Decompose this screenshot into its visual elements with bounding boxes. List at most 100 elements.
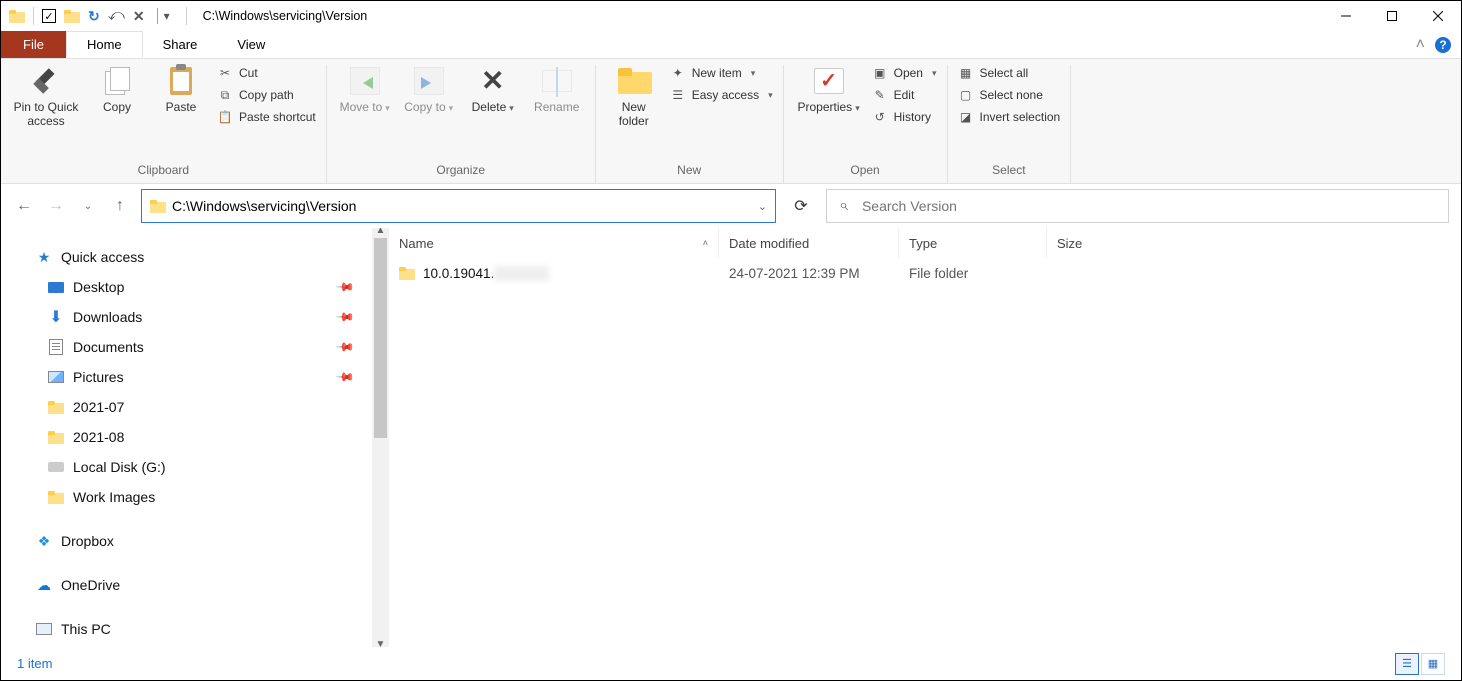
sidebar-dropbox[interactable]: ❖Dropbox <box>31 526 389 556</box>
sidebar-item-documents[interactable]: Documents📌 <box>31 332 389 362</box>
maximize-button[interactable] <box>1369 1 1415 31</box>
history-button[interactable]: ↺History <box>872 109 937 125</box>
col-size[interactable]: Size <box>1047 228 1147 258</box>
copypath-icon: ⧉ <box>217 87 233 103</box>
delete-button[interactable]: ✕ Delete <box>465 65 521 115</box>
paste-button[interactable]: Paste <box>153 65 209 115</box>
qat-separator <box>33 7 34 25</box>
copy-to-button[interactable]: Copy to <box>401 65 457 115</box>
pin-icon: 📌 <box>335 277 355 297</box>
up-button[interactable]: ↑ <box>109 195 131 217</box>
history-icon: ↺ <box>872 109 888 125</box>
copy-path-button[interactable]: ⧉Copy path <box>217 87 316 103</box>
qat-delete-icon[interactable]: ✕ <box>133 8 145 25</box>
sidebar-item-downloads[interactable]: ⬇Downloads📌 <box>31 302 389 332</box>
move-to-button[interactable]: Move to <box>337 65 393 115</box>
group-open-title: Open <box>794 159 937 179</box>
sidebar-this-pc[interactable]: This PC <box>31 614 389 644</box>
move-icon <box>350 67 380 95</box>
scroll-thumb[interactable] <box>374 238 387 438</box>
help-icon[interactable]: ? <box>1435 37 1451 53</box>
group-organize: Move to Copy to ✕ Delete Rename Organize <box>327 65 596 183</box>
selectnone-icon: ▢ <box>958 87 974 103</box>
new-folder-button[interactable]: New folder <box>606 65 662 129</box>
sidebar-item-2021-07[interactable]: 2021-07 <box>31 392 389 422</box>
group-select-title: Select <box>958 159 1061 179</box>
sidebar-item-pictures[interactable]: Pictures📌 <box>31 362 389 392</box>
pin-icon: 📌 <box>335 367 355 387</box>
edit-button[interactable]: ✎Edit <box>872 87 937 103</box>
folder-icon <box>48 431 64 444</box>
sidebar-item-2021-08[interactable]: 2021-08 <box>31 422 389 452</box>
redacted-text: xxxx <box>494 266 549 281</box>
view-details-button[interactable]: ☰ <box>1395 653 1419 675</box>
minimize-button[interactable] <box>1323 1 1369 31</box>
column-headers: Name˄ Date modified Type Size <box>389 228 1461 258</box>
group-clipboard: Pin to Quick access Copy Paste ✂Cut ⧉Cop… <box>1 65 327 183</box>
cut-button[interactable]: ✂Cut <box>217 65 316 81</box>
file-row[interactable]: 10.0.19041.xxxx 24-07-2021 12:39 PM File… <box>389 258 1461 288</box>
sidebar-item-local-disk[interactable]: Local Disk (G:) <box>31 452 389 482</box>
pc-icon <box>36 623 52 635</box>
view-thumbnails-button[interactable]: ▦ <box>1421 653 1445 675</box>
invert-selection-button[interactable]: ◪Invert selection <box>958 109 1061 125</box>
qat-undo-icon[interactable]: ⤺ <box>108 7 125 25</box>
tab-share[interactable]: Share <box>143 31 218 58</box>
quick-access-toolbar: ✓ ↻ ⤺ ✕ ▾ <box>1 7 199 25</box>
recent-locations-button[interactable]: ⌄ <box>77 195 99 217</box>
qat-newfolder-icon[interactable] <box>64 10 80 23</box>
select-none-button[interactable]: ▢Select none <box>958 87 1061 103</box>
group-open: ✓ Properties ▣Open ✎Edit ↺History Open <box>784 65 948 183</box>
shortcut-icon: 📋 <box>217 109 233 125</box>
edit-icon: ✎ <box>872 87 888 103</box>
sidebar-scrollbar[interactable]: ▲ ▼ <box>372 228 389 647</box>
qat-properties-icon[interactable]: ✓ <box>42 9 56 23</box>
copy-button[interactable]: Copy <box>89 65 145 115</box>
ribbon-collapse-icon[interactable]: ˄ <box>1416 36 1425 54</box>
window-title: C:\Windows\servicing\Version <box>203 9 368 23</box>
address-bar[interactable]: ⌄ <box>141 189 776 223</box>
col-type[interactable]: Type <box>899 228 1047 258</box>
navigation-pane: ★Quick access Desktop📌 ⬇Downloads📌 Docum… <box>1 228 389 647</box>
status-text: 1 item <box>17 656 52 671</box>
scroll-down-icon[interactable]: ▼ <box>372 636 389 647</box>
sidebar-item-desktop[interactable]: Desktop📌 <box>31 272 389 302</box>
open-icon: ▣ <box>872 65 888 81</box>
file-list: Name˄ Date modified Type Size 10.0.19041… <box>389 228 1461 647</box>
star-icon: ★ <box>35 248 53 266</box>
rename-button[interactable]: Rename <box>529 65 585 115</box>
paste-shortcut-button[interactable]: 📋Paste shortcut <box>217 109 316 125</box>
col-date[interactable]: Date modified <box>719 228 899 258</box>
back-button[interactable]: ← <box>13 195 35 217</box>
col-name[interactable]: Name˄ <box>389 228 719 258</box>
rename-icon <box>542 70 572 92</box>
sidebar-onedrive[interactable]: ☁OneDrive <box>31 570 389 600</box>
easy-access-button[interactable]: ☰Easy access <box>670 87 773 103</box>
tab-view[interactable]: View <box>217 31 285 58</box>
pin-quickaccess-button[interactable]: Pin to Quick access <box>11 65 81 129</box>
address-dropdown-icon[interactable]: ⌄ <box>758 200 767 213</box>
folder-icon <box>399 267 415 280</box>
sidebar-quick-access[interactable]: ★Quick access <box>31 242 389 272</box>
search-input[interactable] <box>862 198 1436 214</box>
folder-icon <box>48 491 64 504</box>
file-name: 10.0.19041.xxxx <box>423 266 549 281</box>
tab-file[interactable]: File <box>1 31 66 58</box>
refresh-button[interactable]: ⟳ <box>786 191 816 221</box>
select-all-button[interactable]: ▦Select all <box>958 65 1061 81</box>
sidebar-item-work-images[interactable]: Work Images <box>31 482 389 512</box>
dropbox-icon: ❖ <box>35 532 53 550</box>
title-bar: ✓ ↻ ⤺ ✕ ▾ C:\Windows\servicing\Version <box>1 1 1461 31</box>
qat-redo-icon[interactable]: ↻ <box>88 8 100 25</box>
close-button[interactable] <box>1415 1 1461 31</box>
ribbon: Pin to Quick access Copy Paste ✂Cut ⧉Cop… <box>1 59 1461 184</box>
address-input[interactable] <box>172 198 752 214</box>
tab-home[interactable]: Home <box>66 31 143 58</box>
open-button[interactable]: ▣Open <box>872 65 937 81</box>
search-box[interactable]: ⌕ <box>826 189 1449 223</box>
forward-button[interactable]: → <box>45 195 67 217</box>
title-separator <box>186 7 187 25</box>
new-item-button[interactable]: ✦New item <box>670 65 773 81</box>
properties-button[interactable]: ✓ Properties <box>794 65 864 115</box>
qat-customize-icon[interactable]: ▾ <box>153 8 174 24</box>
